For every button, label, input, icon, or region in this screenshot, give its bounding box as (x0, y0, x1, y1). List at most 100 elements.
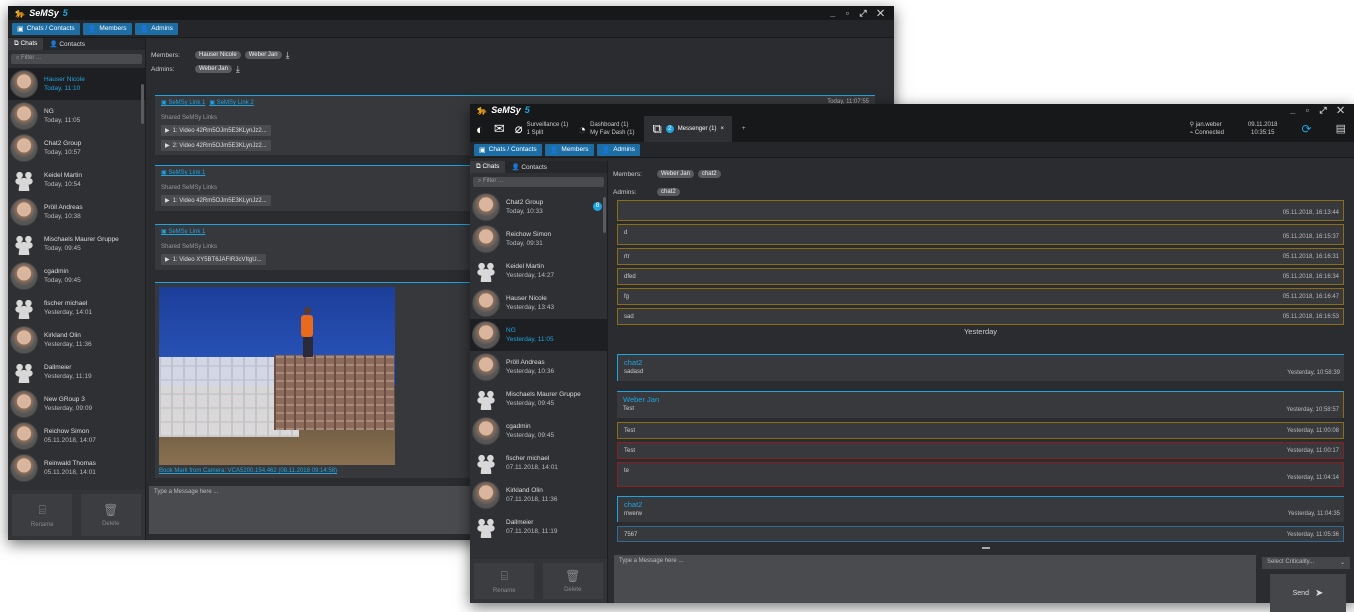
delete-button[interactable]: 🗑 Delete (542, 563, 603, 599)
chat-list-item[interactable]: NG Yesterday, 11:05 (470, 319, 607, 351)
unread-badge: 8 (593, 202, 602, 211)
tab-contacts[interactable]: 👤 Contacts (505, 161, 553, 173)
chat-list-item[interactable]: Pröll Andreas Yesterday, 10:36 (470, 351, 607, 383)
chat-list-item[interactable]: Kirkland Olin 07.11.2018, 11:36 (470, 479, 607, 511)
admins-row-label: Admins: (613, 188, 637, 196)
chat-list-item[interactable]: NG Today, 11:05 (8, 100, 145, 132)
chat-list-item[interactable]: fischer michael 07.11.2018, 14:01 (470, 447, 607, 479)
send-button[interactable]: Send ➤ (1270, 574, 1346, 612)
filter-input[interactable]: ⌕ Filter ... (11, 54, 142, 64)
dashboard-tab[interactable]: ◔ Dashboard (1) My Fav Dash (1) (578, 121, 634, 137)
member-chip[interactable]: Weber Jan (657, 170, 694, 178)
message-text: fg (624, 294, 630, 300)
chat-item-text: Hauser Nicole Today, 11:10 (44, 75, 85, 93)
chat-icon[interactable]: ▤ (1336, 124, 1346, 135)
chat-item-text: Mischaels Maurer Gruppe Today, 09:45 (44, 235, 119, 253)
trash-icon: 🗑 (565, 569, 581, 583)
chat-list-item[interactable]: Keidel Martin Yesterday, 14:27 (470, 255, 607, 287)
window-controls[interactable]: _ ▫ ⤢ ✕ (830, 8, 888, 19)
chat-list-item[interactable]: Reinwald Thomas 05.11.2018, 14:01 (8, 452, 145, 484)
chat-list-item[interactable]: Chat2 Group Today, 10:33 8 (470, 191, 607, 223)
download-icon[interactable]: ⤓ (236, 64, 240, 75)
tab-contacts[interactable]: 👤 Contacts (43, 38, 91, 50)
chat-list-item[interactable]: Pröll Andreas Today, 10:38 (8, 196, 145, 228)
members-button[interactable]: 👤 Members (544, 143, 594, 156)
chat-list-item[interactable]: Reichow Simon Today, 09:31 (470, 223, 607, 255)
message-input-placeholder: Type a Message here ... (619, 558, 684, 564)
connection-status: Connected (1194, 130, 1224, 136)
home-button[interactable]: ◐ (476, 122, 484, 137)
filter-input[interactable]: ⌕ Filter ... (473, 177, 604, 187)
criticality-select[interactable]: Select Criticality... ⌄ (1262, 557, 1350, 569)
admins-button[interactable]: 👤 Admins (134, 22, 178, 35)
member-chip[interactable]: chat2 (697, 170, 721, 178)
window-controls[interactable]: _ ▫ ⤢ ✕ (1290, 105, 1348, 116)
chat-list-item[interactable]: Mischaels Maurer Gruppe Yesterday, 09:45 (470, 383, 607, 415)
rename-label: Rename (30, 521, 54, 528)
close-tab-icon[interactable]: × (720, 126, 724, 132)
download-icon[interactable]: ⤓ (286, 50, 290, 61)
chat-list-item[interactable]: Dallmeier Yesterday, 11:19 (8, 356, 145, 388)
notifications-icon[interactable]: ⟳ (1302, 123, 1312, 135)
top-navigation: ◐ ✉ ⌀ Surveillance (1) 1 Split ◔ Dashboard … (470, 116, 1354, 142)
chat-list-item[interactable]: Kirkland Olin Yesterday, 11:36 (8, 324, 145, 356)
chat-list-item[interactable]: New GRoup 3 Yesterday, 09:09 (8, 388, 145, 420)
chat-list-item[interactable]: Reichow Simon 05.11.2018, 14:07 (8, 420, 145, 452)
rename-button[interactable]: ⌸ Rename (12, 494, 73, 536)
status-area: ⚲ jan.weber ⌁ Connected 09.11.2018 10:35:1… (1190, 121, 1354, 137)
chat-list-item[interactable]: Chat2 Group Today, 10:57 (8, 132, 145, 164)
members-button[interactable]: 👤 Members (82, 22, 132, 35)
semsy-link[interactable]: ▣ SeMSy Link 1 (161, 99, 205, 106)
add-tab-button[interactable]: + (742, 126, 746, 132)
delete-button[interactable]: 🗑 Delete (80, 494, 141, 536)
chat-date: Yesterday, 11:19 (44, 373, 92, 380)
message-time: Yesterday, 11:04:14 (1286, 475, 1339, 481)
chat-list-item[interactable]: Mischaels Maurer Gruppe Today, 09:45 (8, 228, 145, 260)
members-row: Members: Hauser Nicole Weber Jan ⤓ (147, 48, 894, 62)
camera-snapshot[interactable] (159, 287, 395, 465)
message-input[interactable]: Type a Message here ... (614, 555, 1256, 603)
member-chip[interactable]: Weber Jan (244, 51, 282, 59)
message-text: dfed (624, 274, 636, 280)
semsy-link[interactable]: ▣ SeMSy Link 1 (161, 229, 205, 235)
chats-contacts-button[interactable]: ▣ Chats / Contacts (12, 22, 80, 35)
avatar (472, 417, 500, 445)
bookmark-link[interactable]: Book Mark from Camera: VCA5200.154.462 (… (159, 468, 337, 474)
scrollbar[interactable] (603, 197, 606, 233)
resize-handle[interactable] (982, 547, 990, 549)
message-time: Yesterday, 10:58:57 (1286, 407, 1339, 413)
chat-list-item[interactable]: Hauser Nicole Yesterday, 13:43 (470, 287, 607, 319)
video-link[interactable]: ▶ 2: Video 42Rm5OJm5E3KLynJz2... (161, 140, 271, 151)
tab-chats[interactable]: ⧉ Chats (8, 38, 44, 50)
rename-button[interactable]: ⌸ Rename (474, 563, 535, 599)
admin-chip[interactable]: chat2 (657, 188, 680, 196)
mail-button[interactable]: ✉ (494, 121, 505, 137)
admin-chip[interactable]: Weber Jan (195, 65, 232, 73)
user-icon: 👤 (139, 25, 149, 33)
dashboard-logo-icon: ◐ (476, 121, 484, 137)
chat-date: Yesterday, 09:45 (506, 400, 555, 407)
video-link[interactable]: ▶ 1: Video XY5BT6JAFIR3cVItgU... (161, 254, 266, 265)
video-link[interactable]: ▶ 1: Video 42Rm5OJm5E3KLynJz2... (161, 195, 271, 206)
surveillance-tab[interactable]: ⌀ Surveillance (1) 1 Split (515, 121, 569, 137)
chat-list-item[interactable]: cgadmin Today, 09:45 (8, 260, 145, 292)
chat-date: Today, 11:10 (44, 85, 81, 92)
scrollbar[interactable] (141, 84, 144, 124)
chat-list-item[interactable]: Dallmeier 07.11.2018, 11:19 (470, 511, 607, 543)
chat-date: Yesterday, 10:36 (506, 368, 555, 375)
tab-chats[interactable]: ⧉ Chats (470, 161, 506, 173)
chat-list-item[interactable]: fischer michael Yesterday, 14:01 (8, 292, 145, 324)
chat-list-item[interactable]: Hauser Nicole Today, 11:10 (8, 68, 145, 100)
chat-list-item[interactable]: Keidel Martin Today, 10:54 (8, 164, 145, 196)
avatar (10, 326, 38, 354)
chat-list-item[interactable]: cgadmin Yesterday, 09:45 (470, 415, 607, 447)
member-chip[interactable]: Hauser Nicole (195, 51, 241, 59)
admins-button[interactable]: 👤 Admins (596, 143, 640, 156)
semsy-link[interactable]: ▣ SeMSy Link 2 (209, 99, 253, 106)
messenger-tab[interactable]: ⧉ 2 Messenger (1) × (644, 116, 732, 142)
chats-contacts-button[interactable]: ▣ Chats / Contacts (474, 143, 542, 156)
chat-name: Hauser Nicole (506, 295, 547, 302)
video-link-label: 2: Video 42Rm5OJm5E3KLynJz2... (172, 142, 267, 149)
video-link[interactable]: ▶ 1: Video 42Rm5OJm5E3KLynJz2... (161, 125, 271, 136)
semsy-link[interactable]: ▣ SeMSy Link 1 (161, 170, 205, 176)
